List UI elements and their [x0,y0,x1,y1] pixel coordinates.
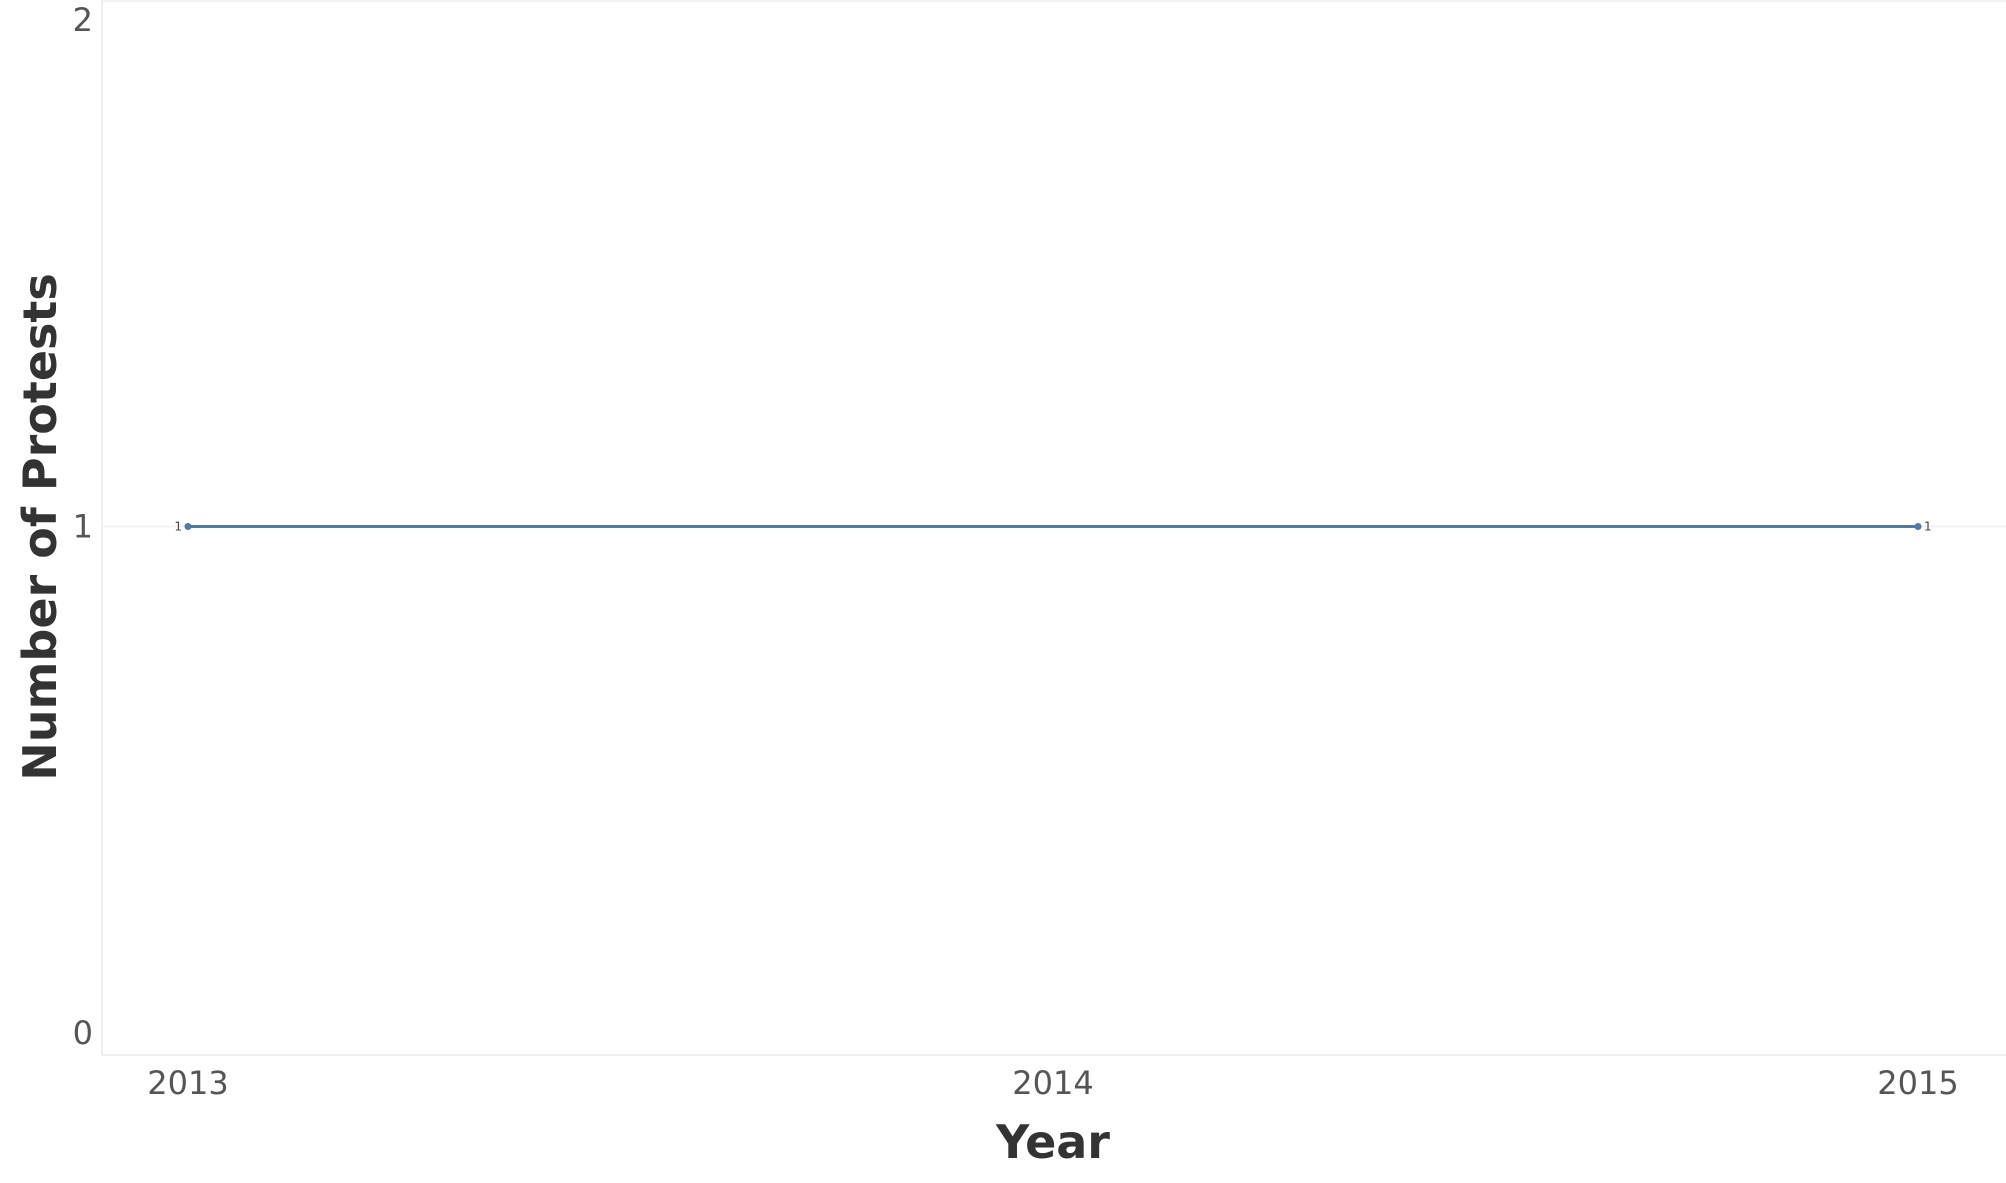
x-tick-label: 2015 [1877,1064,1958,1102]
chart-container: 012 2013 2014 2015 11 Year Number of Prote… [0,0,2006,1179]
x-axis-ticks: 2013 2014 2015 [147,1064,1958,1102]
x-axis-title: Year [995,1115,1110,1169]
y-axis-title: Number of Protests [13,273,67,781]
data-point [1914,523,1922,530]
data-point [184,523,192,530]
y-tick-label: 0 [73,1014,93,1052]
data-label: 1 [1924,520,1932,534]
x-tick-label: 2014 [1012,1064,1093,1102]
data-label: 1 [174,520,182,534]
line-chart: 012 2013 2014 2015 11 Year Number of Prote… [13,0,2006,1169]
series-layer: 11 [174,520,1931,534]
y-tick-label: 1 [73,508,93,546]
x-tick-label: 2013 [147,1064,228,1102]
y-tick-label: 2 [73,1,93,39]
